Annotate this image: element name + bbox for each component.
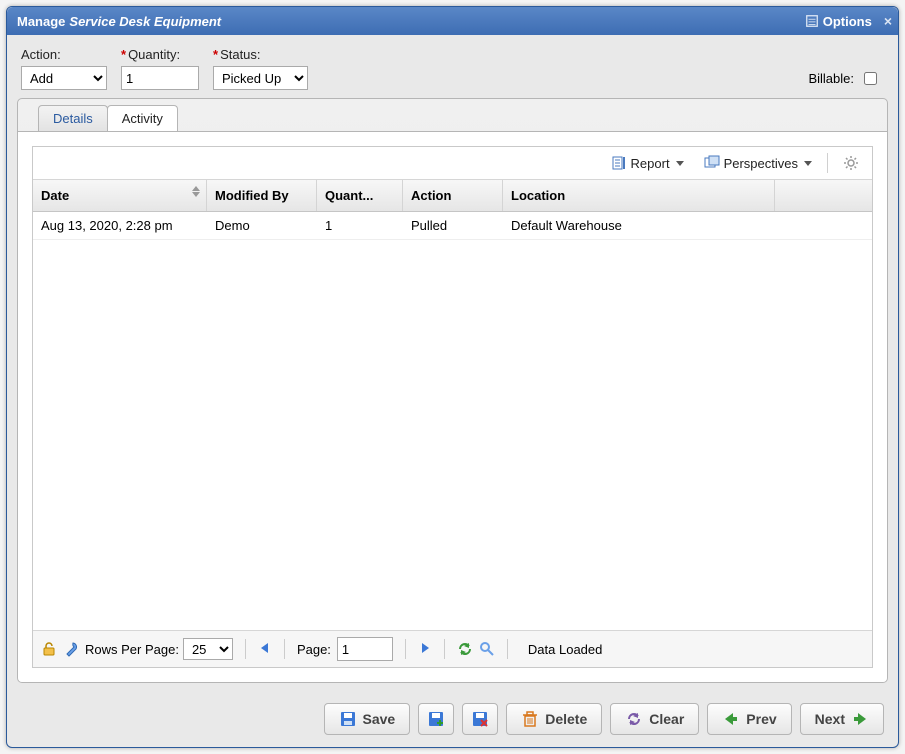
- cell-action: Pulled: [403, 212, 503, 239]
- save-icon: [339, 710, 357, 728]
- col-extra: [775, 180, 872, 211]
- action-label: Action:: [21, 47, 107, 62]
- grid-status: Data Loaded: [528, 642, 602, 657]
- lock-icon[interactable]: [41, 641, 57, 657]
- save-and-new-button[interactable]: [418, 703, 454, 735]
- wrench-icon[interactable]: [63, 641, 79, 657]
- quantity-input[interactable]: [121, 66, 199, 90]
- arrow-right-icon: [851, 710, 869, 728]
- sort-icon: [192, 186, 200, 197]
- billable-label: Billable:: [808, 71, 854, 86]
- action-select[interactable]: Add: [21, 66, 107, 90]
- status-label: *Status:: [213, 47, 308, 62]
- title-prefix: Manage: [17, 14, 65, 29]
- billable-field: Billable:: [808, 47, 884, 88]
- required-icon: *: [213, 47, 218, 62]
- perspectives-button[interactable]: Perspectives: [697, 151, 819, 175]
- tabs-container: Details Activity Report Perspectives: [17, 98, 888, 683]
- save-and-close-button[interactable]: [462, 703, 498, 735]
- prev-button[interactable]: Prev: [707, 703, 791, 735]
- chevron-down-icon: [676, 161, 684, 166]
- clear-button[interactable]: Clear: [610, 703, 699, 735]
- quantity-label: *Quantity:: [121, 47, 199, 62]
- perspectives-icon: [704, 155, 720, 171]
- cell-date: Aug 13, 2020, 2:28 pm: [33, 212, 207, 239]
- grid-footer: Rows Per Page: 25 Page:: [33, 630, 872, 667]
- tab-details[interactable]: Details: [38, 105, 108, 131]
- title-entity: Service Desk Equipment: [69, 14, 221, 29]
- options-label: Options: [823, 14, 872, 29]
- save-x-icon: [471, 710, 489, 728]
- dialog-button-bar: Save Delete Clear Prev Next: [7, 693, 898, 747]
- grid-header: Date Modified By Quant... Action Locatio…: [33, 180, 872, 212]
- status-field: *Status: Picked Up: [213, 47, 308, 90]
- col-location[interactable]: Location: [503, 180, 775, 211]
- page-next-button[interactable]: [418, 641, 432, 658]
- refresh-icon: [625, 710, 643, 728]
- cell-quantity: 1: [317, 212, 403, 239]
- status-select[interactable]: Picked Up: [213, 66, 308, 90]
- activity-grid-panel: Report Perspectives Date: [32, 146, 873, 668]
- rows-per-page-select[interactable]: 25: [183, 638, 233, 660]
- tabstrip: Details Activity: [18, 99, 887, 131]
- next-button[interactable]: Next: [800, 703, 884, 735]
- form-row: Action: Add *Quantity: *Status: Picked U…: [7, 35, 898, 98]
- col-quantity[interactable]: Quant...: [317, 180, 403, 211]
- cell-location: Default Warehouse: [503, 212, 775, 239]
- billable-checkbox[interactable]: [864, 72, 877, 85]
- action-field: Action: Add: [21, 47, 107, 90]
- col-modified-by[interactable]: Modified By: [207, 180, 317, 211]
- arrow-left-icon: [722, 710, 740, 728]
- trash-icon: [521, 710, 539, 728]
- page-input[interactable]: [337, 637, 393, 661]
- quantity-field: *Quantity:: [121, 47, 199, 90]
- grid-toolbar: Report Perspectives: [33, 147, 872, 180]
- titlebar: Manage Service Desk Equipment Options ×: [7, 7, 898, 35]
- table-row[interactable]: Aug 13, 2020, 2:28 pm Demo 1 Pulled Defa…: [33, 212, 872, 240]
- options-button[interactable]: Options: [805, 14, 872, 29]
- report-icon: [611, 155, 627, 171]
- col-date[interactable]: Date: [33, 180, 207, 211]
- save-button[interactable]: Save: [324, 703, 411, 735]
- tab-activity[interactable]: Activity: [107, 105, 178, 131]
- options-icon: [805, 14, 819, 28]
- col-action[interactable]: Action: [403, 180, 503, 211]
- page-prev-button[interactable]: [258, 641, 272, 658]
- dialog-window: Manage Service Desk Equipment Options × …: [6, 6, 899, 748]
- close-button[interactable]: ×: [884, 13, 892, 29]
- rows-per-page: Rows Per Page: 25: [85, 638, 233, 660]
- save-plus-icon: [427, 710, 445, 728]
- refresh-icon[interactable]: [457, 641, 473, 657]
- required-icon: *: [121, 47, 126, 62]
- cell-modified-by: Demo: [207, 212, 317, 239]
- report-button[interactable]: Report: [604, 151, 691, 175]
- delete-button[interactable]: Delete: [506, 703, 602, 735]
- gear-icon: [843, 155, 859, 171]
- search-icon[interactable]: [479, 641, 495, 657]
- chevron-down-icon: [804, 161, 812, 166]
- page-label: Page:: [297, 642, 331, 657]
- tab-body-activity: Report Perspectives Date: [18, 131, 887, 682]
- grid-settings-button[interactable]: [836, 151, 866, 175]
- grid-body: Aug 13, 2020, 2:28 pm Demo 1 Pulled Defa…: [33, 212, 872, 630]
